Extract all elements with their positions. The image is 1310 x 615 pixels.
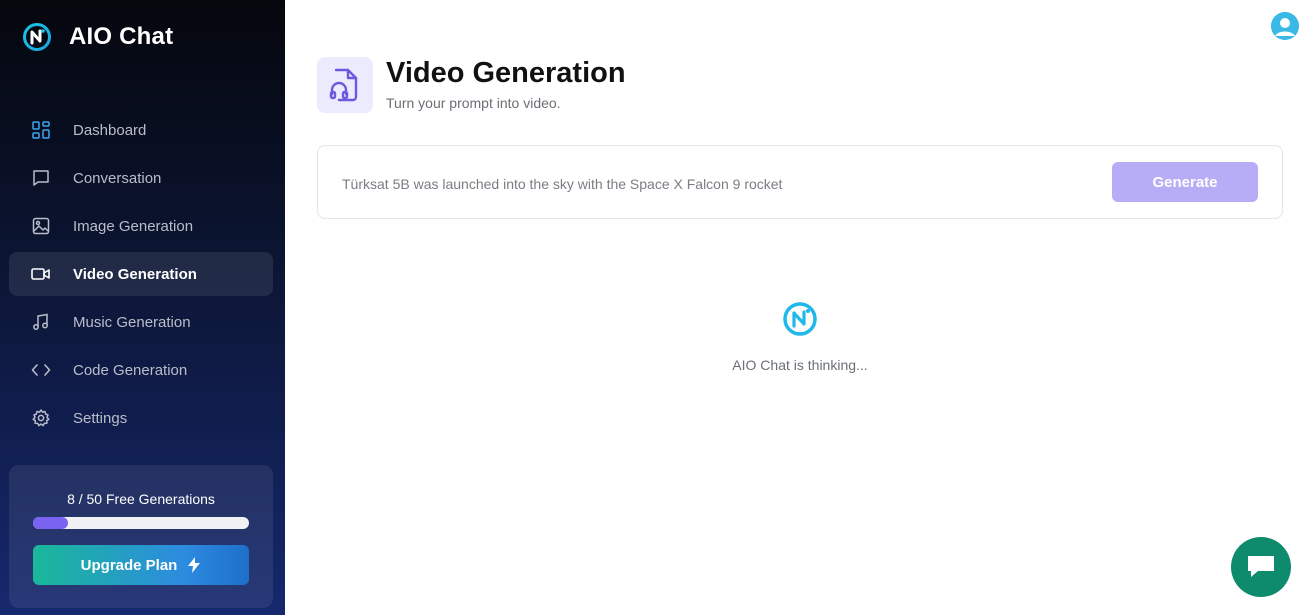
sidebar-item-code-generation[interactable]: Code Generation [9,348,273,392]
aio-logo-icon [23,23,51,51]
support-chat-button[interactable] [1231,537,1291,597]
prompt-card: Generate [317,145,1283,219]
usage-card: 8 / 50 Free Generations Upgrade Plan [9,465,273,608]
usage-progress-bar [33,517,249,529]
video-file-icon [317,57,373,113]
prompt-input[interactable] [342,172,1082,196]
generate-button[interactable]: Generate [1112,162,1258,202]
sidebar: AIO Chat Dashboard Conversation Image Ge… [0,0,285,615]
page-title: Video Generation [386,57,626,89]
image-icon [31,216,51,236]
sidebar-item-label: Dashboard [73,121,147,139]
usage-counter: 8 / 50 Free Generations [67,491,215,507]
sidebar-item-label: Video Generation [73,265,197,283]
app-name: AIO Chat [69,23,174,50]
sidebar-item-label: Music Generation [73,313,191,331]
dashboard-icon [31,120,51,140]
upgrade-plan-button[interactable]: Upgrade Plan [33,545,249,585]
code-icon [31,360,51,380]
chat-bubble-icon [1248,556,1274,577]
sidebar-item-settings[interactable]: Settings [9,396,273,440]
music-note-icon [31,312,51,332]
upgrade-plan-label: Upgrade Plan [80,556,178,574]
sidebar-item-label: Settings [73,409,128,427]
sidebar-item-image-generation[interactable]: Image Generation [9,204,273,248]
sidebar-item-label: Image Generation [73,217,194,235]
loading-logo-icon [783,302,817,336]
lightning-icon [187,557,201,573]
thinking-status: AIO Chat is thinking... [732,357,868,373]
page-subtitle: Turn your prompt into video. [386,95,561,111]
video-camera-icon [31,264,51,284]
sidebar-item-label: Conversation [73,169,162,187]
sidebar-item-video-generation[interactable]: Video Generation [9,252,273,296]
sidebar-item-music-generation[interactable]: Music Generation [9,300,273,344]
sidebar-item-conversation[interactable]: Conversation [9,156,273,200]
chat-bubble-icon [31,168,51,188]
user-avatar-icon [1271,12,1299,40]
sidebar-item-label: Code Generation [73,361,188,379]
brand[interactable]: AIO Chat [22,22,173,52]
sidebar-nav: Dashboard Conversation Image Generation [9,108,273,444]
usage-progress-fill [33,517,68,529]
gear-icon [31,408,51,428]
user-avatar[interactable] [1271,12,1299,40]
sidebar-item-dashboard[interactable]: Dashboard [9,108,273,152]
